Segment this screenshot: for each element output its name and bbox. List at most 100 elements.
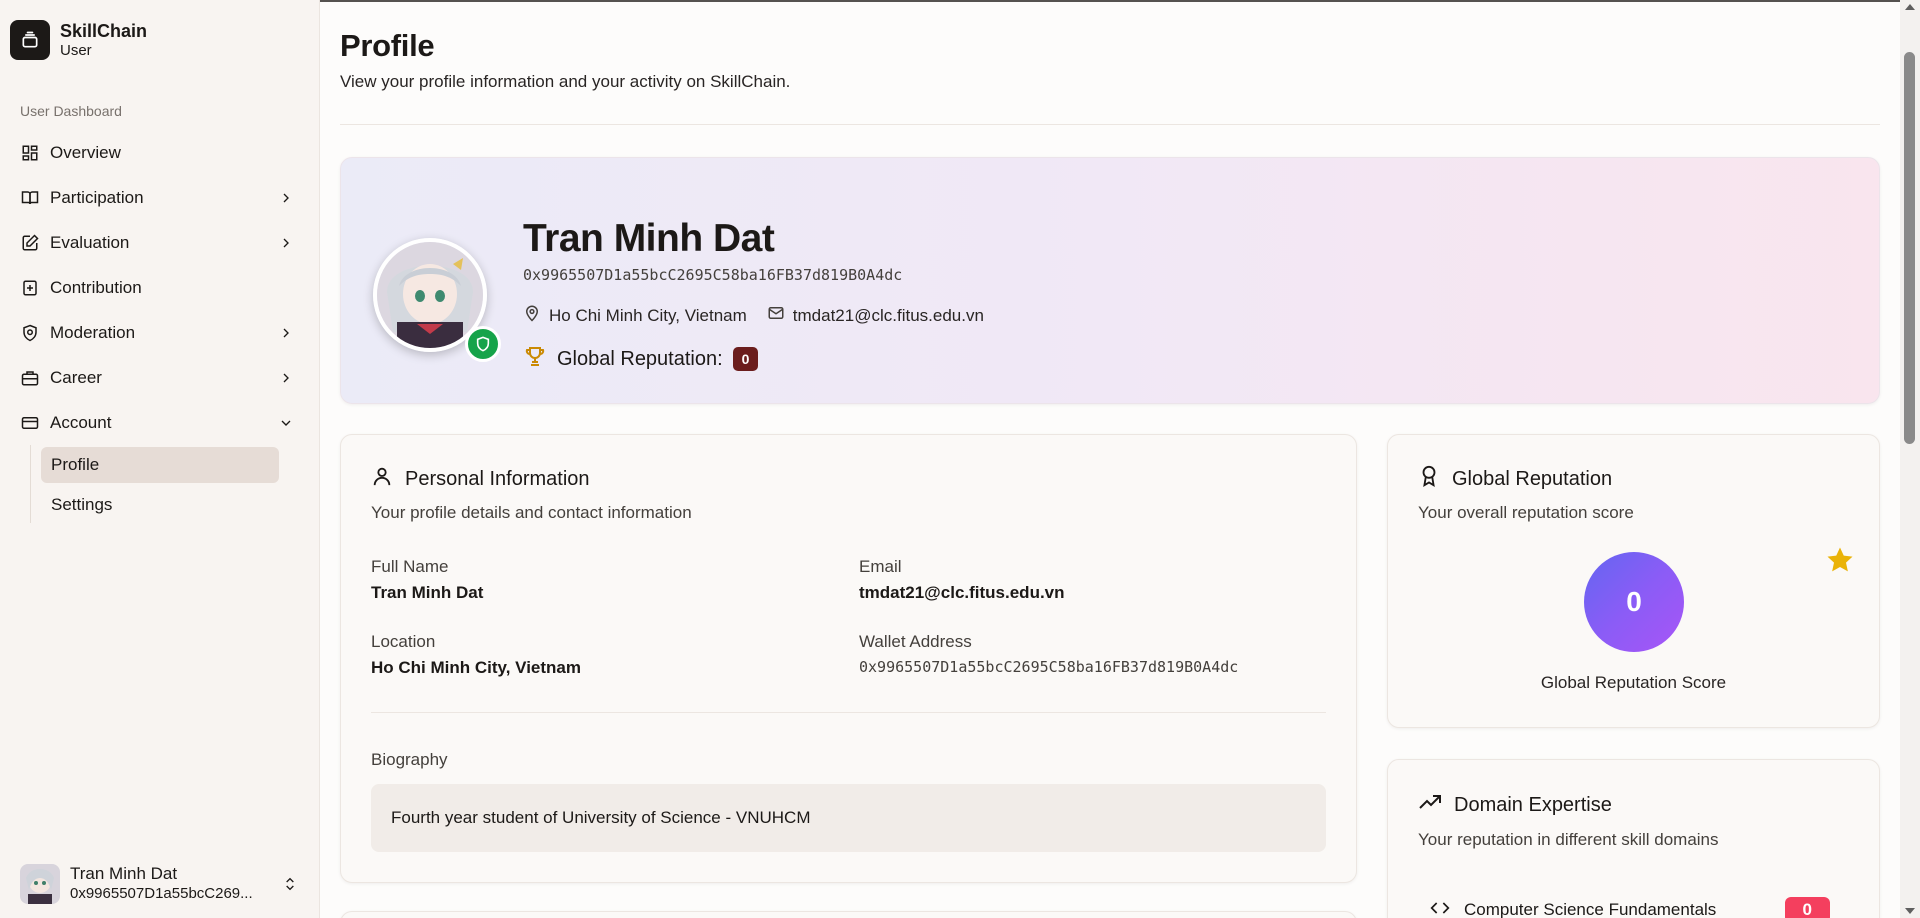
user-name: Tran Minh Dat — [70, 864, 178, 883]
divider — [340, 124, 1880, 125]
global-reputation-card: Global Reputation Your overall reputatio… — [1387, 434, 1880, 728]
sidebar-item-label: Career — [50, 367, 102, 387]
edit-icon — [20, 233, 40, 253]
mail-icon — [767, 304, 785, 327]
sidebar-item-career[interactable]: Career — [10, 355, 305, 400]
sidebar-item-label: Contribution — [50, 277, 142, 297]
personal-info-description: Your profile details and contact informa… — [371, 503, 692, 522]
grid-icon — [20, 143, 40, 163]
card-title: Global Reputation — [1418, 465, 1849, 493]
scroll-down-arrow-icon[interactable] — [1905, 908, 1915, 914]
user-address: 0x9965507D1a55bcC269... — [70, 885, 253, 902]
sidebar-subitem-settings[interactable]: Settings — [41, 487, 279, 523]
field-value: tmdat21@clc.fitus.edu.vn — [859, 583, 1065, 602]
trending-up-icon — [1418, 790, 1442, 820]
chevron-right-icon — [277, 324, 295, 342]
user-menu[interactable]: Tran Minh Dat 0x9965507D1a55bcC269... — [20, 863, 300, 904]
sidebar-section-label: User Dashboard — [20, 103, 122, 119]
brand-title: SkillChain — [60, 21, 148, 41]
sidebar-item-contribution[interactable]: Contribution — [10, 265, 305, 310]
scroll-up-arrow-icon[interactable] — [1905, 4, 1915, 10]
email-field: Email tmdat21@clc.fitus.edu.vn — [859, 557, 1065, 603]
verified-shield-icon — [465, 326, 501, 362]
page-subtitle: View your profile information and your a… — [340, 72, 791, 91]
sidebar-item-account[interactable]: Account — [10, 400, 305, 445]
full-name-field: Full Name Tran Minh Dat — [371, 557, 483, 603]
profile-hero-card: Tran Minh Dat 0x9965507D1a55bcC2695C58ba… — [340, 157, 1880, 404]
personal-info-card: Personal Information Your profile detail… — [340, 434, 1357, 883]
reputation-badge: 0 — [732, 347, 759, 371]
sidebar-item-moderation[interactable]: Moderation — [10, 310, 305, 355]
sidebar-item-label: Participation — [50, 187, 144, 207]
brand-logo-icon — [10, 20, 50, 60]
domain-name: Computer Science Fundamentals — [1464, 900, 1717, 918]
location-text: Ho Chi Minh City, Vietnam — [549, 305, 747, 325]
sidebar: SkillChain User User Dashboard Overview … — [0, 0, 320, 918]
main-content: Profile View your profile information an… — [320, 0, 1900, 918]
divider — [371, 712, 1326, 713]
reputation-label: Global Reputation: — [557, 347, 723, 370]
shield-check-icon — [20, 323, 40, 343]
briefcase-icon — [20, 368, 40, 388]
global-reputation-description: Your overall reputation score — [1418, 503, 1634, 522]
location-meta: Ho Chi Minh City, Vietnam — [523, 304, 747, 327]
chevron-right-icon — [277, 369, 295, 387]
domain-score-badge: 0 — [1784, 897, 1830, 918]
profile-name: Tran Minh Dat — [523, 217, 775, 260]
wallet-field: Wallet Address 0x9965507D1a55bcC2695C58b… — [859, 632, 1238, 676]
trophy-icon — [523, 344, 547, 374]
card-title: Domain Expertise — [1418, 790, 1849, 820]
scroll-thumb[interactable] — [1904, 52, 1915, 444]
field-value: 0x9965507D1a55bcC2695C58ba16FB37d819B0A4… — [859, 658, 1239, 676]
brand[interactable]: SkillChain User — [10, 20, 147, 60]
sidebar-item-evaluation[interactable]: Evaluation — [10, 220, 305, 265]
reputation-score-circle: 0 — [1584, 552, 1684, 652]
credit-card-icon — [20, 413, 40, 433]
email-text: tmdat21@clc.fitus.edu.vn — [792, 305, 984, 325]
sidebar-item-participation[interactable]: Participation — [10, 175, 305, 220]
wallet-address: 0x9965507D1a55bcC2695C58ba16FB37d819B0A4… — [523, 266, 903, 284]
location-field: Location Ho Chi Minh City, Vietnam — [371, 632, 581, 678]
reputation-score-label: Global Reputation Score — [1540, 673, 1727, 692]
sidebar-item-label: Evaluation — [50, 232, 130, 252]
avatar — [20, 863, 60, 904]
profile-meta: Ho Chi Minh City, Vietnam tmdat21@clc.fi… — [523, 304, 1004, 327]
award-icon — [1418, 465, 1440, 493]
domain-expertise-card: Domain Expertise Your reputation in diff… — [1387, 759, 1880, 918]
domain-expertise-title: Domain Expertise — [1454, 793, 1612, 816]
global-reputation-title: Global Reputation — [1452, 467, 1613, 490]
field-label: Wallet Address — [859, 632, 972, 651]
field-value: Tran Minh Dat — [371, 583, 484, 602]
sidebar-item-label: Account — [50, 412, 112, 432]
sidebar-subitem-profile[interactable]: Profile — [41, 447, 279, 483]
hero-reputation: Global Reputation: 0 — [523, 344, 759, 374]
file-plus-icon — [20, 278, 40, 298]
sidebar-item-label: Moderation — [50, 322, 136, 342]
personal-info-title: Personal Information — [405, 467, 590, 490]
chevron-down-icon — [277, 414, 295, 432]
sidebar-nav: Overview Participation Evaluation Contri… — [10, 130, 305, 527]
field-label: Full Name — [371, 557, 449, 576]
star-icon — [1825, 545, 1855, 580]
code-icon — [1430, 898, 1450, 918]
domain-expertise-description: Your reputation in different skill domai… — [1418, 830, 1719, 849]
user-icon — [371, 465, 393, 493]
chevrons-up-down-icon — [280, 874, 300, 894]
brand-subtitle: User — [60, 42, 92, 59]
email-meta: tmdat21@clc.fitus.edu.vn — [767, 304, 984, 327]
field-value: Ho Chi Minh City, Vietnam — [371, 658, 581, 677]
chevron-right-icon — [277, 234, 295, 252]
bio-text: Fourth year student of University of Sci… — [371, 784, 1326, 852]
map-pin-icon — [523, 304, 541, 327]
account-submenu: Profile Settings — [30, 445, 305, 523]
sidebar-item-label: Overview — [50, 142, 121, 162]
chevron-right-icon — [277, 189, 295, 207]
bio-label: Biography — [371, 750, 448, 769]
list-item[interactable]: Computer Science Fundamentals 0 — [1430, 897, 1830, 918]
scrollbar[interactable] — [1900, 0, 1920, 918]
card-title: Personal Information — [371, 465, 1326, 493]
page-title: Profile — [340, 28, 435, 63]
field-label: Email — [859, 557, 902, 576]
sidebar-item-overview[interactable]: Overview — [10, 130, 305, 175]
book-open-icon — [20, 188, 40, 208]
